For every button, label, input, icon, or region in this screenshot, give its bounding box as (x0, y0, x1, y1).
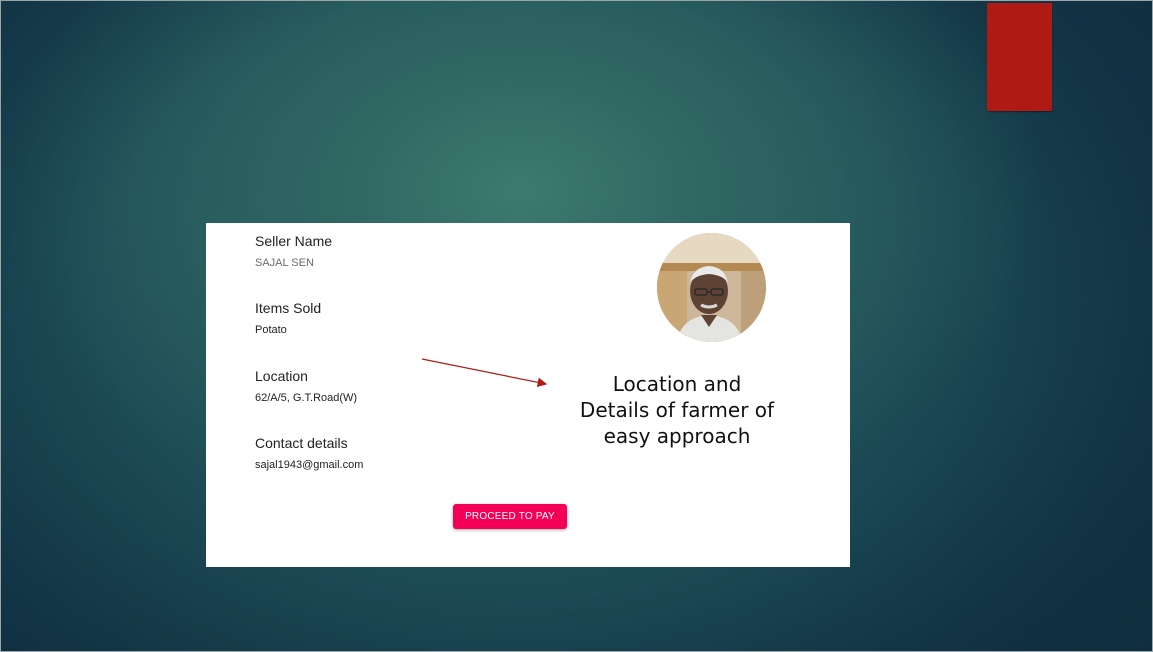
seller-details-card: Seller Name SAJAL SEN Items Sold Potato … (206, 223, 850, 567)
annotation-line: easy approach (603, 424, 751, 448)
contact-details-label: Contact details (255, 435, 348, 451)
items-sold-field: Items Sold Potato (255, 300, 321, 337)
slide-background: Seller Name SAJAL SEN Items Sold Potato … (0, 0, 1153, 652)
location-value: 62/A/5, G.T.Road(W) (255, 392, 358, 404)
red-accent-bar (987, 3, 1052, 111)
annotation-line: Location and (612, 372, 742, 396)
seller-name-field: Seller Name SAJAL SEN (255, 233, 332, 270)
annotation-text: Location and Details of farmer of easy a… (564, 371, 790, 449)
seller-photo-icon (657, 233, 766, 342)
location-label: Location (255, 368, 308, 384)
seller-name-label: Seller Name (255, 233, 333, 249)
seller-name-value: SAJAL SEN (255, 257, 314, 269)
seller-avatar (657, 233, 766, 342)
location-field: Location 62/A/5, G.T.Road(W) (255, 368, 357, 405)
items-sold-value: Potato (255, 324, 287, 336)
proceed-to-pay-button[interactable]: PROCEED TO PAY (453, 504, 567, 529)
contact-details-field: Contact details sajal1943@gmail.com (255, 435, 363, 472)
annotation-line: Details of farmer of (579, 398, 775, 422)
contact-email-value: sajal1943@gmail.com (255, 459, 364, 471)
items-sold-label: Items Sold (255, 300, 322, 316)
pointer-arrow-icon (421, 358, 548, 388)
